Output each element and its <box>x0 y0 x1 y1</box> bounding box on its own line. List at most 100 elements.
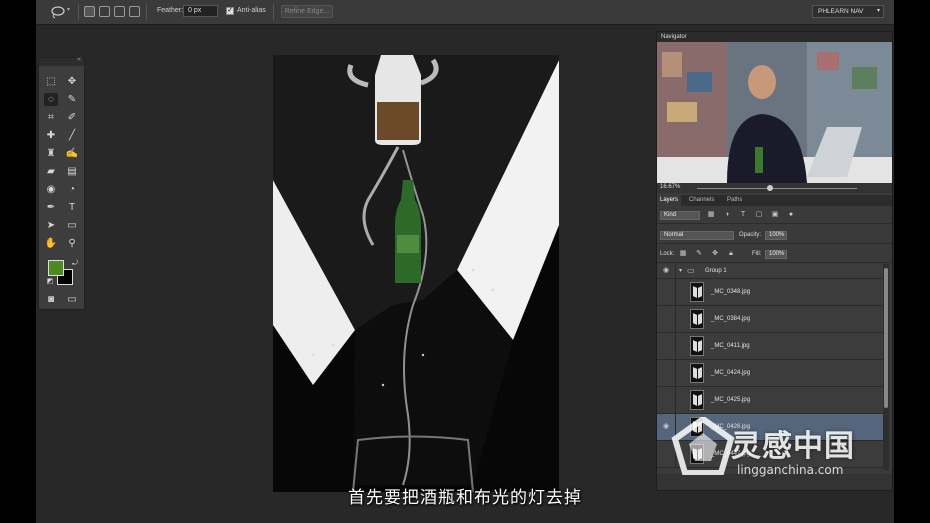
type-filter-icon[interactable]: T <box>739 211 747 219</box>
instructor <box>748 65 776 99</box>
move-tool-icon[interactable]: ✥ <box>65 75 79 88</box>
new-selection-icon[interactable] <box>84 6 95 17</box>
options-separator <box>146 4 147 20</box>
navigator-zoom-value[interactable]: 16.67% <box>660 184 680 190</box>
options-separator <box>78 4 79 20</box>
options-bar: ▾ Feather: 0 px ✓ Anti-alias Refine Edge… <box>36 0 894 25</box>
tool-preset-arrow-icon[interactable]: ▾ <box>67 6 70 13</box>
lock-position-icon[interactable]: ✥ <box>711 250 719 258</box>
visibility-eye-icon[interactable] <box>657 387 676 413</box>
quick-selection-tool-icon[interactable]: ✎ <box>65 93 79 106</box>
crop-tool-icon[interactable]: ⌗ <box>44 111 58 124</box>
screen-mode-icon[interactable]: ▭ <box>65 293 79 306</box>
navigator-tab[interactable]: Navigator <box>657 32 892 42</box>
layer-name: _MC_0425.jpg <box>711 397 751 403</box>
collapse-icon[interactable]: « <box>77 56 81 63</box>
lasso-tool-icon[interactable]: ◌ <box>44 93 58 106</box>
layer-row[interactable]: _MC_0424.jpg <box>657 360 885 387</box>
intersect-selection-icon[interactable] <box>129 6 140 17</box>
add-to-selection-icon[interactable] <box>99 6 110 17</box>
layer-row[interactable]: _MC_0384.jpg <box>657 306 885 333</box>
lock-transparency-icon[interactable]: ▦ <box>679 250 687 258</box>
gradient-tool-icon[interactable]: ▤ <box>65 165 79 178</box>
blend-mode-select[interactable]: Normal <box>660 231 734 240</box>
layer-thumbnail <box>690 336 704 356</box>
history-brush-tool-icon[interactable]: ✍ <box>65 147 79 160</box>
fill-input[interactable]: 100% <box>765 250 787 259</box>
filter-toggle-icon[interactable]: ● <box>787 211 795 219</box>
visibility-eye-icon[interactable] <box>657 306 676 332</box>
refine-edge-button[interactable]: Refine Edge... <box>281 5 333 18</box>
lock-all-icon[interactable]: 🔒︎ <box>727 250 735 258</box>
filter-kind-value: Kind <box>664 212 677 218</box>
visibility-eye-icon[interactable] <box>657 333 676 359</box>
tab-paths[interactable]: Paths <box>727 195 742 206</box>
rectangle-tool-icon[interactable]: ▭ <box>65 219 79 232</box>
zoom-slider-track[interactable] <box>697 188 857 189</box>
zoom-slider-handle[interactable] <box>767 185 773 191</box>
swap-colors-icon[interactable]: ⤾ <box>68 257 82 270</box>
folder-icon: ▭ <box>687 266 695 275</box>
navigator-preview[interactable] <box>657 42 892 183</box>
tab-channels[interactable]: Channels <box>689 195 714 206</box>
quick-mask-icon[interactable]: ◙ <box>44 293 58 306</box>
layer-thumbnail <box>690 309 704 329</box>
navigator-footer: 16.67% <box>657 183 892 193</box>
workspace-select-value: PHLEARN NAV <box>818 8 864 15</box>
layer-group-row[interactable]: ◉ ▾ ▭ Group 1 <box>657 264 885 279</box>
lock-pixels-icon[interactable]: ✎ <box>695 250 703 258</box>
default-colors-icon[interactable]: ◩ <box>43 275 57 288</box>
path-selection-tool-icon[interactable]: ➤ <box>44 219 58 232</box>
subtract-from-selection-icon[interactable] <box>114 6 125 17</box>
brand-logo-icon <box>671 417 735 475</box>
type-tool-icon[interactable]: T <box>65 201 79 214</box>
anti-alias-label: Anti-alias <box>237 7 266 14</box>
visibility-eye-icon[interactable]: ◉ <box>657 264 676 278</box>
tools-panel-header[interactable]: « <box>39 56 84 66</box>
pixel-filter-icon[interactable]: ▦ <box>707 211 715 219</box>
opacity-input[interactable]: 100% <box>765 231 787 240</box>
tab-layers[interactable]: Layers <box>657 195 682 206</box>
dodge-tool-icon[interactable]: ◔ <box>65 183 79 196</box>
brush-tool-icon[interactable]: ╱ <box>65 129 79 142</box>
layer-row[interactable]: _MC_0411.jpg <box>657 333 885 360</box>
layer-row[interactable]: _MC_0348.jpg <box>657 279 885 306</box>
zoom-tool-icon[interactable]: ⚲ <box>65 237 79 250</box>
chevron-down-icon[interactable]: ▾ <box>679 267 682 274</box>
eraser-tool-icon[interactable]: ▰ <box>44 165 58 178</box>
adjustment-filter-icon[interactable]: ◑ <box>723 211 731 219</box>
eyedropper-tool-icon[interactable]: ✐ <box>65 111 79 124</box>
anti-alias-checkbox[interactable]: ✓ <box>226 7 234 15</box>
visibility-eye-icon[interactable] <box>657 279 676 305</box>
smart-object-filter-icon[interactable]: ▣ <box>771 211 779 219</box>
chevron-down-icon: ▾ <box>876 8 880 14</box>
layer-thumbnail <box>690 363 704 383</box>
layer-name: _MC_0384.jpg <box>711 316 751 322</box>
clone-stamp-tool-icon[interactable]: ♜ <box>44 147 58 160</box>
marquee-tool-icon[interactable]: ⬚ <box>44 75 58 88</box>
visibility-eye-icon[interactable] <box>657 360 676 386</box>
canvas-image[interactable] <box>273 55 559 492</box>
group-name: Group 1 <box>705 268 727 274</box>
lasso-tool-icon[interactable] <box>50 5 66 19</box>
watermark: 灵感中国 lingganchina.com <box>671 415 921 485</box>
spot-healing-tool-icon[interactable]: ✚ <box>44 129 58 142</box>
workspace-select[interactable]: PHLEARN NAV ▾ <box>812 5 884 18</box>
layers-panel-tabs: Layers Channels Paths <box>657 195 892 206</box>
photo-bottle-splash <box>273 55 559 492</box>
shape-filter-icon[interactable]: ▢ <box>755 211 763 219</box>
lock-fill-row: Lock: ▦ ✎ ✥ 🔒︎ Fill: 100% <box>657 247 892 263</box>
scroll-thumb[interactable] <box>884 268 888 408</box>
layer-name: _MC_0424.jpg <box>711 370 751 376</box>
layer-thumbnail <box>690 282 704 302</box>
filter-kind-select[interactable]: Kind <box>660 211 700 220</box>
hand-tool-icon[interactable]: ✋ <box>44 237 58 250</box>
blur-tool-icon[interactable]: ◉ <box>44 183 58 196</box>
layer-name: _MC_0411.jpg <box>711 343 750 349</box>
feather-input[interactable]: 0 px <box>183 5 218 17</box>
pen-tool-icon[interactable]: ✒ <box>44 201 58 214</box>
layer-row[interactable]: _MC_0425.jpg <box>657 387 885 414</box>
blend-opacity-row: Normal Opacity: 100% <box>657 228 892 244</box>
layer-name: _MC_0348.jpg <box>711 289 751 295</box>
foreground-color-swatch[interactable] <box>48 260 64 276</box>
